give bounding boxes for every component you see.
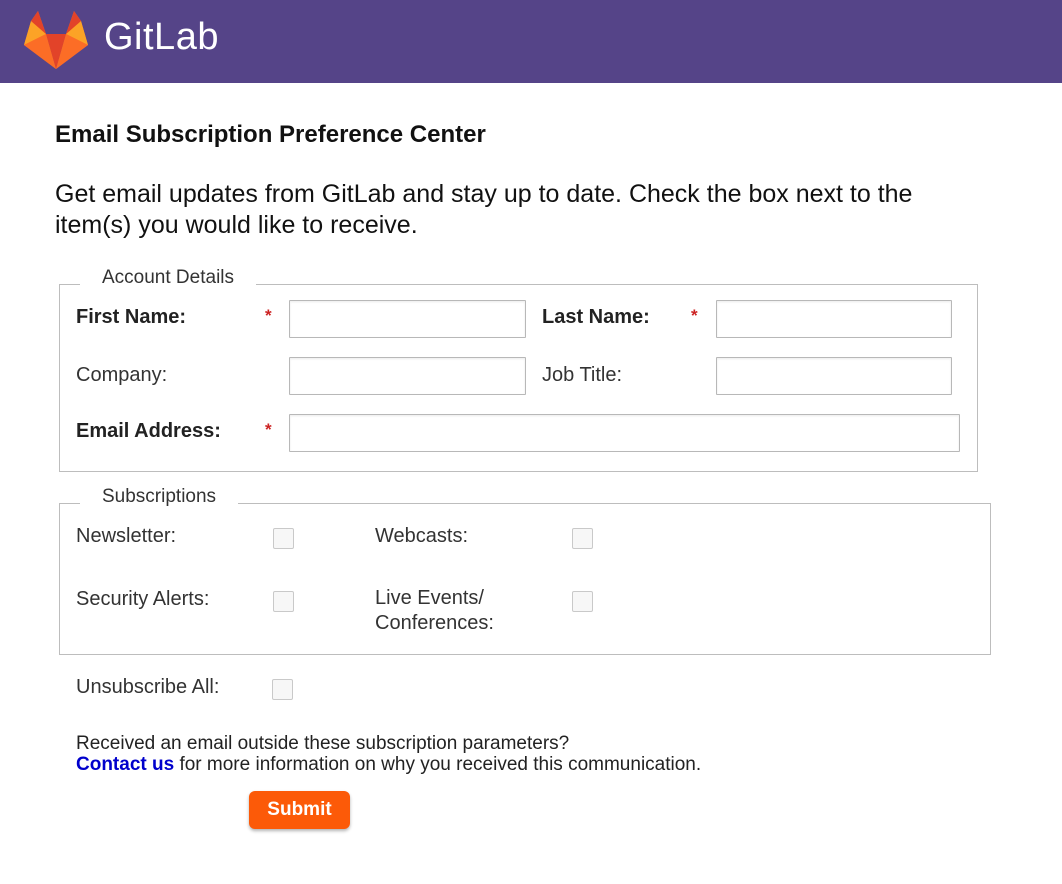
account-details-legend: Account Details: [80, 267, 257, 289]
contact-us-link[interactable]: Contact us: [76, 754, 174, 775]
webcasts-checkbox[interactable]: [572, 528, 593, 549]
required-marker: *: [265, 306, 272, 325]
subscriptions-fieldset: [59, 503, 991, 655]
job-title-field[interactable]: [716, 357, 952, 395]
brand-name: GitLab: [104, 16, 219, 58]
submit-button[interactable]: Submit: [249, 791, 350, 829]
unsubscribe-all-label: Unsubscribe All:: [76, 676, 220, 698]
last-name-label: Last Name:: [542, 306, 650, 328]
unsubscribe-all-checkbox[interactable]: [272, 679, 293, 700]
live-events-label-line1: Live Events/: [375, 587, 484, 609]
required-marker: *: [691, 306, 698, 325]
first-name-label: First Name:: [76, 306, 187, 328]
page-title: Email Subscription Preference Center: [55, 121, 486, 148]
subscriptions-legend: Subscriptions: [80, 486, 239, 508]
last-name-field[interactable]: [716, 300, 952, 338]
header-bar: GitLab: [0, 0, 1062, 83]
security-alerts-label: Security Alerts:: [76, 588, 210, 610]
gitlab-fox-icon: [24, 11, 88, 69]
job-title-label: Job Title:: [542, 364, 623, 386]
first-name-field[interactable]: [289, 300, 526, 338]
newsletter-checkbox[interactable]: [273, 528, 294, 549]
live-events-label-line2: Conferences:: [375, 612, 494, 634]
webcasts-label: Webcasts:: [375, 525, 468, 547]
company-field[interactable]: [289, 357, 526, 395]
intro-text: Get email updates from GitLab and stay u…: [55, 180, 913, 239]
contact-note: Received an email outside these subscrip…: [76, 733, 701, 775]
company-label: Company:: [76, 364, 168, 386]
newsletter-label: Newsletter:: [76, 525, 177, 547]
email-field[interactable]: [289, 414, 960, 452]
email-label: Email Address:: [76, 420, 221, 442]
live-events-checkbox[interactable]: [572, 591, 593, 612]
security-alerts-checkbox[interactable]: [273, 591, 294, 612]
live-events-label: Live Events/ Conferences:: [375, 586, 494, 636]
required-marker: *: [265, 420, 272, 439]
note-line1: Received an email outside these subscrip…: [76, 733, 570, 754]
note-line2: for more information on why you received…: [174, 754, 702, 775]
